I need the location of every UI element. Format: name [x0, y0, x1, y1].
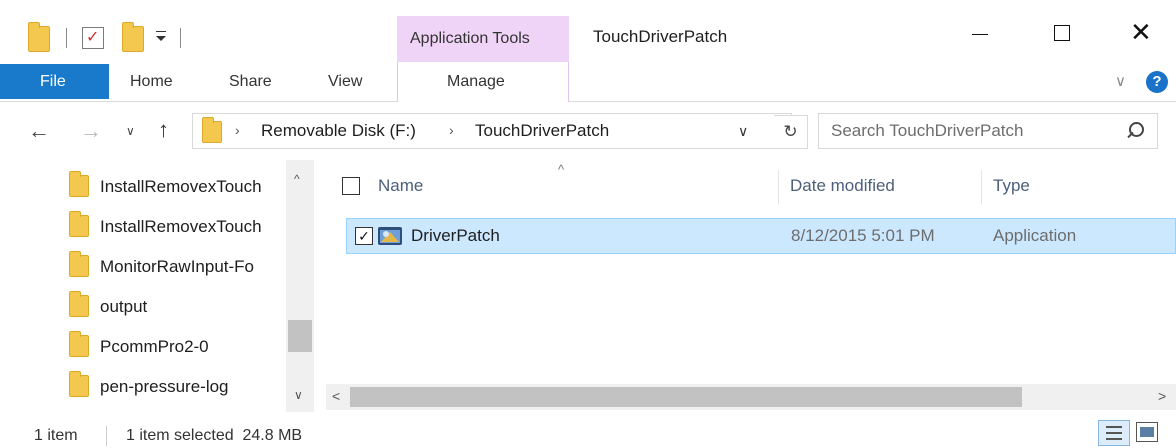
close-icon: ✕ [1130, 18, 1152, 48]
column-divider[interactable] [981, 170, 982, 204]
column-header-row: Name Date modified Type [326, 170, 1176, 204]
file-date-modified: 8/12/2015 5:01 PM [791, 226, 935, 245]
scroll-thumb[interactable] [288, 320, 312, 352]
folder-icon [69, 291, 89, 317]
window-title: TouchDriverPatch [593, 27, 728, 46]
navigation-scrollbar[interactable]: ^ ∨ [286, 160, 314, 412]
navigation-pane: InstallRemovexTouch InstallRemovexTouch … [0, 160, 314, 412]
selection-info: 1 item selected 24.8 MB [126, 427, 303, 444]
large-icons-view-icon[interactable] [1136, 422, 1158, 442]
folder-icon [69, 331, 89, 357]
nav-item-label: InstallRemovexTouch [100, 217, 262, 236]
scroll-left-icon[interactable]: < [332, 388, 340, 404]
help-icon[interactable]: ? [1146, 71, 1168, 93]
tab-file-label: File [40, 73, 66, 90]
scroll-right-icon[interactable]: > [1158, 388, 1166, 404]
properties-icon[interactable] [82, 27, 104, 49]
search-box[interactable] [818, 113, 1158, 149]
minimize-button[interactable] [956, 20, 1002, 50]
scroll-thumb[interactable] [350, 387, 1022, 407]
status-divider [106, 426, 107, 446]
nav-item-monitorrawinput[interactable]: MonitorRawInput-Fo [66, 246, 290, 286]
folder-icon [69, 171, 89, 197]
tab-manage[interactable]: Manage [397, 62, 569, 102]
quick-access-divider [66, 28, 67, 48]
tab-manage-label: Manage [447, 73, 505, 90]
application-icon [378, 227, 402, 245]
refresh-button[interactable]: ↻ [774, 115, 808, 149]
back-arrow-icon[interactable]: ← [28, 118, 50, 144]
maximize-button[interactable] [1038, 20, 1084, 50]
nav-item-installremovextouch[interactable]: InstallRemovexTouch [66, 166, 290, 206]
folder-icon [202, 117, 222, 143]
select-all-checkbox[interactable] [342, 177, 360, 195]
file-list-pane: ^ Name Date modified Type ✓ DriverPatch … [326, 160, 1176, 412]
tab-view[interactable]: View [328, 73, 362, 91]
ribbon-tabs: File Home Share View Manage ∨ ? [0, 62, 1176, 102]
search-input[interactable] [831, 120, 1111, 142]
scroll-down-icon[interactable]: ∨ [294, 388, 303, 402]
application-tools-label: Application Tools [410, 30, 530, 47]
file-row-driverpatch[interactable]: ✓ DriverPatch 8/12/2015 5:01 PM Applicat… [346, 218, 1176, 254]
nav-item-output[interactable]: output [66, 286, 290, 326]
nav-item-label: MonitorRawInput-Fo [100, 257, 255, 276]
column-header-name[interactable]: Name [378, 176, 423, 196]
nav-item-label: pen-pressure-log [100, 377, 229, 396]
expand-ribbon-icon[interactable]: ∨ [1115, 72, 1126, 90]
new-folder-icon[interactable] [122, 22, 144, 52]
horizontal-scrollbar[interactable]: < > [326, 384, 1176, 410]
folder-icon [69, 371, 89, 397]
tab-share[interactable]: Share [229, 73, 272, 91]
column-header-date-modified[interactable]: Date modified [790, 176, 895, 196]
address-bar[interactable]: › Removable Disk (F:) › TouchDriverPatch… [192, 113, 792, 149]
forward-arrow-icon[interactable]: → [80, 118, 102, 144]
quick-access-divider [180, 28, 181, 48]
details-view-icon[interactable] [1098, 420, 1130, 446]
up-arrow-icon[interactable]: ↑ [158, 117, 169, 143]
breadcrumb-touchdriverpatch[interactable]: TouchDriverPatch [475, 121, 609, 141]
file-checkbox[interactable]: ✓ [355, 227, 373, 245]
nav-item-installremovextouch[interactable]: InstallRemovexTouch [66, 206, 290, 246]
column-divider[interactable] [778, 170, 779, 204]
folder-icon[interactable] [28, 22, 50, 52]
item-count: 1 item [34, 427, 78, 444]
file-type: Application [993, 226, 1077, 245]
nav-item-pcommpro2-0[interactable]: PcommPro2-0 [66, 326, 290, 366]
file-name: DriverPatch [411, 226, 500, 245]
customize-dropdown-icon[interactable] [154, 27, 168, 47]
title-bar: Application Tools TouchDriverPatch ✕ [0, 0, 1176, 62]
nav-item-label: InstallRemovexTouch [100, 177, 262, 196]
address-dropdown-icon[interactable]: ∨ [738, 123, 748, 140]
tab-home[interactable]: Home [130, 73, 173, 91]
nav-item-pen-pressure-log[interactable]: pen-pressure-log [66, 366, 290, 406]
status-bar: 1 item 1 item selected 24.8 MB [0, 414, 1176, 448]
folder-icon [69, 211, 89, 237]
application-tools-group: Application Tools [397, 16, 569, 62]
scroll-up-icon[interactable]: ^ [294, 172, 300, 186]
close-button[interactable]: ✕ [1116, 18, 1162, 50]
column-header-type[interactable]: Type [993, 176, 1030, 196]
tab-file[interactable]: File [0, 64, 109, 99]
nav-item-label: output [100, 297, 148, 316]
recent-locations-icon[interactable]: ∨ [126, 124, 135, 138]
breadcrumb-separator-icon[interactable]: › [235, 122, 240, 138]
breadcrumb-separator-icon[interactable]: › [449, 122, 454, 138]
breadcrumb-removable-disk[interactable]: Removable Disk (F:) [261, 121, 416, 141]
navigation-bar: ← → ∨ ↑ › Removable Disk (F:) › TouchDri… [0, 102, 1176, 160]
search-icon[interactable] [1123, 120, 1145, 142]
nav-item-label: PcommPro2-0 [100, 337, 209, 356]
folder-icon [69, 251, 89, 277]
